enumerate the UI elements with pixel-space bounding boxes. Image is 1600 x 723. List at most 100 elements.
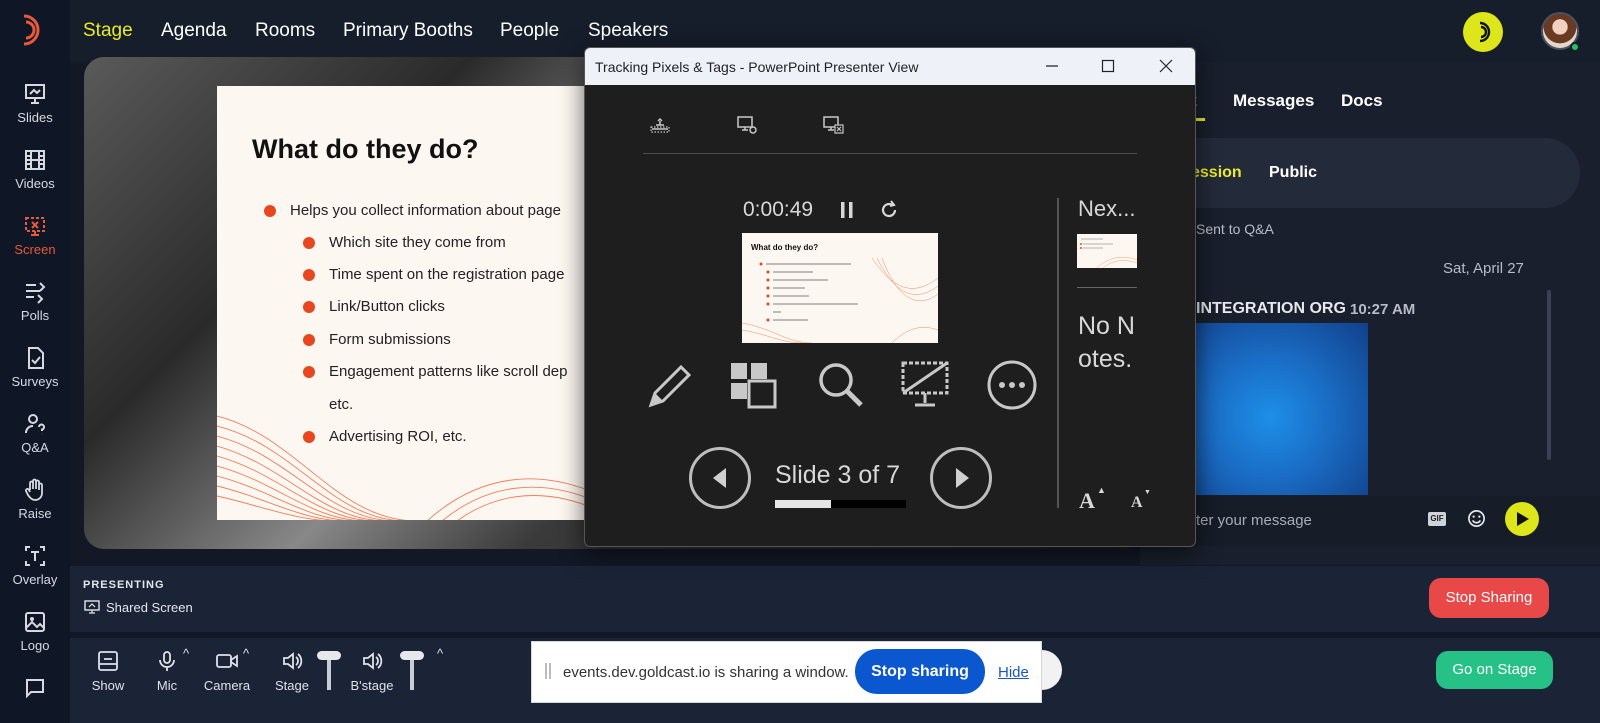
nav-people[interactable]: People	[500, 20, 559, 42]
increase-font-button[interactable]: A	[1079, 488, 1095, 514]
tab-messages[interactable]: Messages	[1233, 91, 1314, 111]
notes-divider[interactable]	[1057, 198, 1059, 508]
thumbnail-content	[742, 258, 938, 343]
shared-slide: What do they do? Helps you collect infor…	[217, 86, 602, 520]
sidebar-item-label: Q&A	[21, 440, 49, 455]
sidebar-item-polls[interactable]: Polls	[0, 280, 70, 323]
tab-docs[interactable]: Docs	[1341, 91, 1383, 111]
sidebar-item-screen[interactable]: Screen	[0, 214, 70, 257]
sidebar-item-label: Slides	[17, 110, 53, 125]
end-show-icon[interactable]	[821, 113, 845, 137]
gif-icon[interactable]: GIF	[1428, 512, 1446, 526]
elapsed-timer: 0:00:49	[743, 198, 814, 221]
goldcast-logo-icon[interactable]	[16, 12, 46, 48]
drag-handle-icon[interactable]	[545, 663, 551, 679]
sidebar-item-slides[interactable]: Slides	[0, 82, 70, 125]
go-on-stage-button[interactable]: Go on Stage	[1436, 651, 1553, 689]
display-settings-icon[interactable]	[735, 113, 759, 137]
bullet-dot	[264, 205, 276, 217]
share-status-text: events.dev.goldcast.io is sharing a wind…	[563, 664, 849, 681]
nav-speakers[interactable]: Speakers	[588, 20, 668, 42]
toolbar-divider	[643, 153, 1137, 154]
hand-icon	[25, 478, 43, 501]
nav-stage[interactable]: Stage	[83, 20, 133, 42]
show-label: Show	[91, 678, 125, 693]
next-notes-separator	[1077, 287, 1137, 288]
pause-icon[interactable]	[835, 198, 859, 222]
send-button[interactable]	[1505, 502, 1539, 536]
overlay-icon	[25, 546, 45, 566]
emoji-icon[interactable]	[1467, 509, 1486, 528]
show-icon	[98, 651, 118, 671]
pill-public[interactable]: Public	[1269, 164, 1317, 182]
bullet-text: Which site they come from	[329, 234, 506, 251]
decrease-font-button[interactable]: A	[1131, 494, 1143, 512]
sidebar-item-label: Surveys	[11, 374, 59, 389]
question-person-icon	[25, 414, 45, 435]
backstage-audio-button[interactable]: B'stage	[350, 650, 394, 693]
sidebar-item-videos[interactable]: Videos	[0, 148, 70, 191]
sidebar-item-label: Raise	[18, 506, 52, 521]
reset-timer-icon[interactable]	[877, 198, 901, 222]
sidebar-item-surveys[interactable]: Surveys	[0, 346, 70, 389]
presenter-view-window: Tracking Pixels & Tags - PowerPoint Pres…	[584, 47, 1196, 547]
slide-bullet: Time spent on the registration page	[303, 266, 565, 283]
slide-title: What do they do?	[252, 134, 479, 164]
arrow-right-icon	[956, 468, 969, 488]
sidebar-item-partial[interactable]	[0, 676, 70, 704]
sidebar-item-logo[interactable]: Logo	[0, 610, 70, 653]
bullet-text: Link/Button clicks	[329, 298, 445, 315]
maximize-icon[interactable]	[1085, 48, 1131, 85]
hide-banner-link[interactable]: Hide	[998, 664, 1029, 681]
black-screen-icon[interactable]	[899, 359, 951, 411]
taskbar-icon[interactable]	[648, 113, 672, 137]
chat-scrollbar[interactable]	[1547, 290, 1551, 460]
stop-sharing-button[interactable]: Stop Sharing	[1429, 578, 1549, 618]
pen-icon[interactable]	[643, 359, 695, 411]
close-icon[interactable]	[1143, 48, 1189, 85]
zoom-icon[interactable]	[815, 359, 867, 411]
shared-source: Shared Screen	[106, 600, 193, 615]
nav-rooms[interactable]: Rooms	[255, 20, 315, 42]
nav-agenda[interactable]: Agenda	[161, 20, 227, 42]
slide-bullet: Form submissions	[303, 331, 451, 348]
microphone-icon	[159, 651, 175, 671]
message-image[interactable]	[1190, 323, 1368, 495]
stage-volume-slider[interactable]	[316, 650, 342, 690]
next-slide-label: Nex...	[1078, 196, 1136, 221]
see-all-slides-icon[interactable]	[727, 359, 779, 411]
next-slide-button[interactable]	[930, 447, 992, 509]
image-icon	[25, 612, 45, 632]
sidebar-item-overlay[interactable]: Overlay	[0, 544, 70, 587]
decorative-waves	[217, 415, 602, 520]
polls-icon	[26, 282, 46, 304]
thumbnail-title: What do they do?	[751, 243, 819, 252]
nav-primary-booths[interactable]: Primary Booths	[343, 20, 473, 42]
more-options-icon[interactable]	[986, 359, 1038, 411]
chat-input[interactable]: ter your message	[1196, 512, 1312, 529]
bullet-dot	[303, 301, 315, 313]
previous-slide-button[interactable]	[689, 447, 751, 509]
mic-button[interactable]: Mic	[153, 650, 181, 693]
audio-options-chevron-icon[interactable]: ^	[437, 646, 443, 661]
live-status-avatar[interactable]	[1463, 12, 1503, 52]
minimize-icon[interactable]	[1029, 48, 1075, 85]
increase-caret-icon: ▲	[1097, 485, 1106, 495]
bullet-text: Time spent on the registration page	[329, 266, 565, 283]
sidebar-item-raise[interactable]: Raise	[0, 478, 70, 521]
decrease-caret-icon: ▼	[1144, 489, 1151, 496]
window-title: Tracking Pixels & Tags - PowerPoint Pres…	[595, 59, 919, 75]
speaker-icon	[363, 652, 383, 670]
stop-sharing-window-button[interactable]: Stop sharing	[855, 649, 985, 694]
stage-audio-button[interactable]: Stage	[274, 650, 310, 693]
sidebar-item-qa[interactable]: Q&A	[0, 412, 70, 455]
next-slide-thumbnail[interactable]	[1077, 234, 1137, 268]
app-root: Slides Videos Screen Polls Surveys Q&A R…	[0, 0, 1600, 723]
slide-progress-bar	[775, 500, 906, 508]
backstage-volume-slider[interactable]	[399, 650, 425, 690]
sidebar-item-label: Polls	[20, 308, 50, 323]
show-button[interactable]: Show	[91, 650, 125, 693]
mic-options-chevron-icon[interactable]: ^	[183, 646, 189, 661]
camera-options-chevron-icon[interactable]: ^	[243, 646, 249, 661]
pill-session[interactable]: ession	[1191, 164, 1242, 182]
